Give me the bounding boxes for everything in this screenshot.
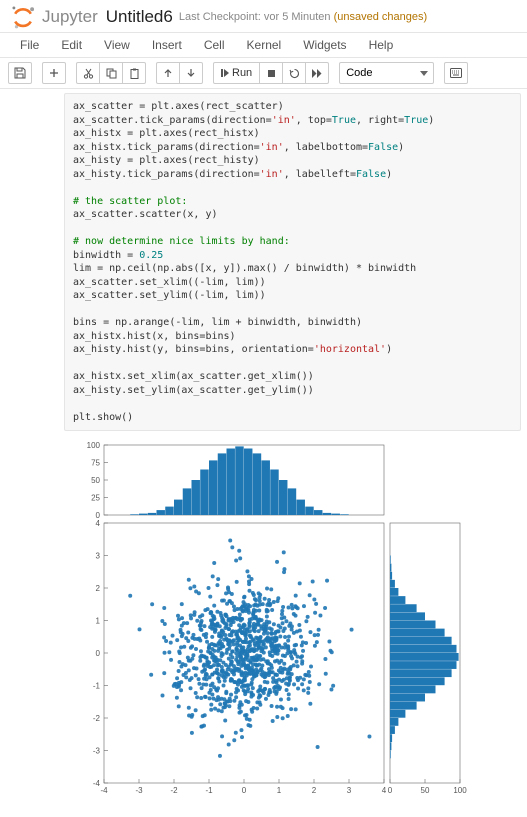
save-icon (14, 67, 26, 79)
notebook-area: ax_scatter = plt.axes(rect_scatter) ax_s… (0, 89, 527, 817)
fast-forward-icon (312, 69, 322, 78)
svg-text:75: 75 (91, 459, 100, 468)
svg-text:-4: -4 (100, 786, 108, 795)
svg-text:50: 50 (91, 476, 100, 485)
move-up-button[interactable] (156, 62, 180, 84)
svg-text:0: 0 (242, 786, 247, 795)
menu-edit[interactable]: Edit (51, 35, 92, 55)
svg-text:1: 1 (277, 786, 282, 795)
move-down-button[interactable] (179, 62, 203, 84)
svg-text:0: 0 (96, 649, 101, 658)
svg-text:-1: -1 (93, 682, 101, 691)
svg-text:-4: -4 (93, 779, 101, 788)
svg-text:3: 3 (347, 786, 352, 795)
svg-text:2: 2 (96, 584, 101, 593)
copy-icon (106, 68, 117, 79)
menu-help[interactable]: Help (359, 35, 404, 55)
svg-text:1: 1 (96, 617, 101, 626)
menu-file[interactable]: File (10, 35, 49, 55)
input-prompt (6, 93, 64, 431)
restart-button[interactable] (282, 62, 306, 84)
arrow-down-icon (186, 68, 196, 78)
notebook-header: Jupyter Untitled6 Last Checkpoint: vor 5… (0, 0, 527, 33)
cut-button[interactable] (76, 62, 100, 84)
keyboard-icon (450, 68, 462, 78)
svg-text:4: 4 (382, 786, 387, 795)
insert-cell-button[interactable] (42, 62, 66, 84)
clipboard-icon (129, 68, 140, 79)
reload-icon (289, 68, 300, 79)
code-cell[interactable]: ax_scatter = plt.axes(rect_scatter) ax_s… (0, 93, 527, 431)
svg-text:-1: -1 (205, 786, 213, 795)
scissors-icon (83, 68, 94, 79)
arrow-up-icon (163, 68, 173, 78)
app-name: Jupyter (42, 7, 98, 27)
command-palette-button[interactable] (444, 62, 468, 84)
copy-button[interactable] (99, 62, 123, 84)
output-area: 0255075100-4-3-2-101234-4-3-2-1012340501… (64, 437, 494, 807)
svg-text:2: 2 (312, 786, 317, 795)
svg-text:3: 3 (96, 552, 101, 561)
svg-text:50: 50 (421, 786, 430, 795)
output-figure: 0255075100-4-3-2-101234-4-3-2-1012340501… (64, 437, 494, 807)
unsaved-indicator: (unsaved changes) (334, 11, 428, 23)
code-input[interactable]: ax_scatter = plt.axes(rect_scatter) ax_s… (64, 93, 521, 431)
run-button[interactable]: Run (213, 62, 260, 84)
cell-type-select[interactable]: Code (339, 62, 434, 84)
menu-widgets[interactable]: Widgets (293, 35, 356, 55)
svg-text:4: 4 (96, 519, 101, 528)
menu-view[interactable]: View (94, 35, 140, 55)
svg-text:0: 0 (388, 786, 393, 795)
run-step-icon (221, 69, 229, 77)
restart-run-all-button[interactable] (305, 62, 329, 84)
menu-cell[interactable]: Cell (194, 35, 235, 55)
run-label: Run (232, 67, 252, 79)
svg-text:-3: -3 (93, 747, 101, 756)
menu-kernel[interactable]: Kernel (237, 35, 292, 55)
toolbar: Run Code (0, 58, 527, 89)
plus-icon (49, 68, 59, 78)
checkpoint-info: Last Checkpoint: vor 5 Minuten (179, 11, 334, 23)
svg-text:100: 100 (453, 786, 467, 795)
jupyter-logo-icon (10, 4, 36, 30)
paste-button[interactable] (122, 62, 146, 84)
svg-text:25: 25 (91, 494, 100, 503)
save-button[interactable] (8, 62, 32, 84)
svg-text:100: 100 (87, 441, 101, 450)
menu-insert[interactable]: Insert (142, 35, 192, 55)
stop-icon (267, 69, 276, 78)
notebook-title[interactable]: Untitled6 (106, 7, 173, 27)
svg-text:-2: -2 (93, 714, 101, 723)
svg-text:-2: -2 (170, 786, 178, 795)
menubar: File Edit View Insert Cell Kernel Widget… (0, 33, 527, 58)
svg-text:-3: -3 (135, 786, 143, 795)
interrupt-button[interactable] (259, 62, 283, 84)
